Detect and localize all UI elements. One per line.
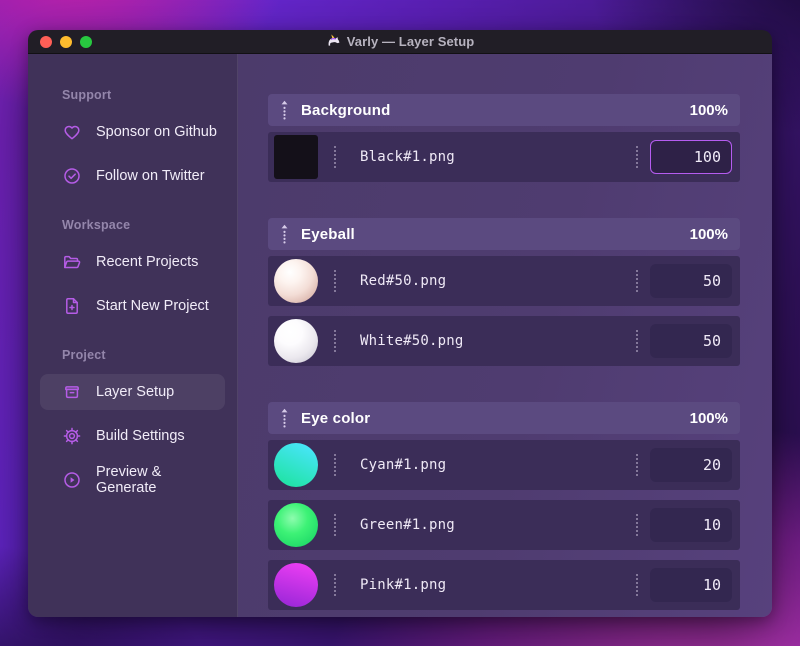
sidebar-item-start-new-project[interactable]: Start New Project xyxy=(40,288,225,324)
file-plus-icon xyxy=(62,296,82,316)
layer-group-eyeball: Eyeball 100% Red#50.png White#50.png xyxy=(268,218,740,366)
gear-icon xyxy=(62,426,82,446)
sidebar-item-sponsor-on-github[interactable]: Sponsor on Github xyxy=(40,114,225,150)
layer-setup-panel: Background 100% Black#1.png Eyeball 100% xyxy=(238,54,772,617)
sidebar-item-label: Recent Projects xyxy=(96,254,199,270)
layer-row: Green#1.png xyxy=(268,500,740,550)
window-title: Varly — Layer Setup xyxy=(28,30,772,53)
layer-row: Pink#1.png xyxy=(268,560,740,610)
window-title-text: Varly — Layer Setup xyxy=(346,34,475,49)
dotted-divider xyxy=(334,514,336,536)
sidebar-section: Workspace Recent Projects Start New Proj… xyxy=(28,218,237,324)
dotted-divider xyxy=(636,330,638,352)
layer-group-weight: 100% xyxy=(689,225,728,243)
sidebar-item-label: Sponsor on Github xyxy=(96,124,217,140)
folder-icon xyxy=(62,252,82,272)
drag-handle-icon[interactable] xyxy=(280,224,289,245)
sidebar-item-preview-generate[interactable]: Preview & Generate xyxy=(40,462,225,498)
dotted-divider xyxy=(334,330,336,352)
sidebar-item-build-settings[interactable]: Build Settings xyxy=(40,418,225,454)
sidebar-item-label: Build Settings xyxy=(96,428,185,444)
layer-rows: Black#1.png xyxy=(268,132,740,182)
layer-filename: Green#1.png xyxy=(360,517,455,533)
dotted-divider xyxy=(334,574,336,596)
layer-weight-input[interactable] xyxy=(650,140,732,174)
dotted-divider xyxy=(334,454,336,476)
layer-weight-input[interactable] xyxy=(650,264,732,298)
layer-row: Black#1.png xyxy=(268,132,740,182)
sidebar-section-label: Project xyxy=(62,348,106,362)
drag-handle-icon[interactable] xyxy=(280,100,289,121)
sidebar-item-label: Preview & Generate xyxy=(96,464,162,496)
layer-weight-input[interactable] xyxy=(650,448,732,482)
thumb-pink-circle xyxy=(274,563,318,607)
sidebar: Support Sponsor on Github Follow on Twit… xyxy=(28,54,238,617)
thumb-cyan-circle xyxy=(274,443,318,487)
sidebar-item-label: Layer Setup xyxy=(96,384,175,400)
sidebar-section: Support Sponsor on Github Follow on Twit… xyxy=(28,88,237,194)
layer-group-weight: 100% xyxy=(689,409,728,427)
layer-row: White#50.png xyxy=(268,316,740,366)
layer-group-weight: 100% xyxy=(689,101,728,119)
dotted-divider xyxy=(636,146,638,168)
layer-weight-input[interactable] xyxy=(650,324,732,358)
dotted-divider xyxy=(636,514,638,536)
sidebar-section: Project Layer Setup Build Settings Previ… xyxy=(28,348,237,498)
window-titlebar: Varly — Layer Setup xyxy=(28,30,772,54)
layer-group-title: Eyeball xyxy=(301,225,355,243)
layer-group-background: Background 100% Black#1.png xyxy=(268,94,740,182)
layer-group-header: Eyeball 100% xyxy=(268,218,740,250)
layer-rows: Red#50.png White#50.png xyxy=(268,256,740,366)
desktop-background: Varly — Layer Setup Support Sponsor on G… xyxy=(0,0,800,646)
layer-group-header: Eye color 100% xyxy=(268,402,740,434)
dotted-divider xyxy=(636,454,638,476)
layer-group-title: Background xyxy=(301,101,391,119)
thumb-black-square xyxy=(274,135,318,179)
layer-row: Red#50.png xyxy=(268,256,740,306)
sidebar-section-label: Workspace xyxy=(62,218,131,232)
layer-group-eye-color: Eye color 100% Cyan#1.png Green#1.png Pi… xyxy=(268,402,740,610)
layer-filename: Black#1.png xyxy=(360,149,455,165)
thumb-green-circle xyxy=(274,503,318,547)
layer-row: Cyan#1.png xyxy=(268,440,740,490)
sidebar-item-label: Follow on Twitter xyxy=(96,168,205,184)
layer-filename: Cyan#1.png xyxy=(360,457,447,473)
sidebar-item-follow-on-twitter[interactable]: Follow on Twitter xyxy=(40,158,225,194)
thumb-white-sphere xyxy=(274,319,318,363)
layer-filename: Red#50.png xyxy=(360,273,447,289)
dotted-divider xyxy=(636,574,638,596)
play-circle-icon xyxy=(62,470,82,490)
drag-handle-icon[interactable] xyxy=(280,408,289,429)
app-window: Varly — Layer Setup Support Sponsor on G… xyxy=(28,30,772,617)
sidebar-item-label: Start New Project xyxy=(96,298,209,314)
layer-rows: Cyan#1.png Green#1.png Pink#1.png xyxy=(268,440,740,610)
layer-weight-input[interactable] xyxy=(650,508,732,542)
sidebar-item-layer-setup[interactable]: Layer Setup xyxy=(40,374,225,410)
thumb-red-sphere xyxy=(274,259,318,303)
window-body: Support Sponsor on Github Follow on Twit… xyxy=(28,54,772,617)
dotted-divider xyxy=(334,270,336,292)
sidebar-item-recent-projects[interactable]: Recent Projects xyxy=(40,244,225,280)
layer-group-title: Eye color xyxy=(301,409,371,427)
dotted-divider xyxy=(636,270,638,292)
heart-icon xyxy=(62,122,82,142)
layer-filename: Pink#1.png xyxy=(360,577,447,593)
archive-icon xyxy=(62,382,82,402)
sidebar-section-label: Support xyxy=(62,88,112,102)
layer-weight-input[interactable] xyxy=(650,568,732,602)
dotted-divider xyxy=(334,146,336,168)
layer-filename: White#50.png xyxy=(360,333,464,349)
layer-group-header: Background 100% xyxy=(268,94,740,126)
unicorn-icon xyxy=(326,33,341,51)
badge-check-icon xyxy=(62,166,82,186)
